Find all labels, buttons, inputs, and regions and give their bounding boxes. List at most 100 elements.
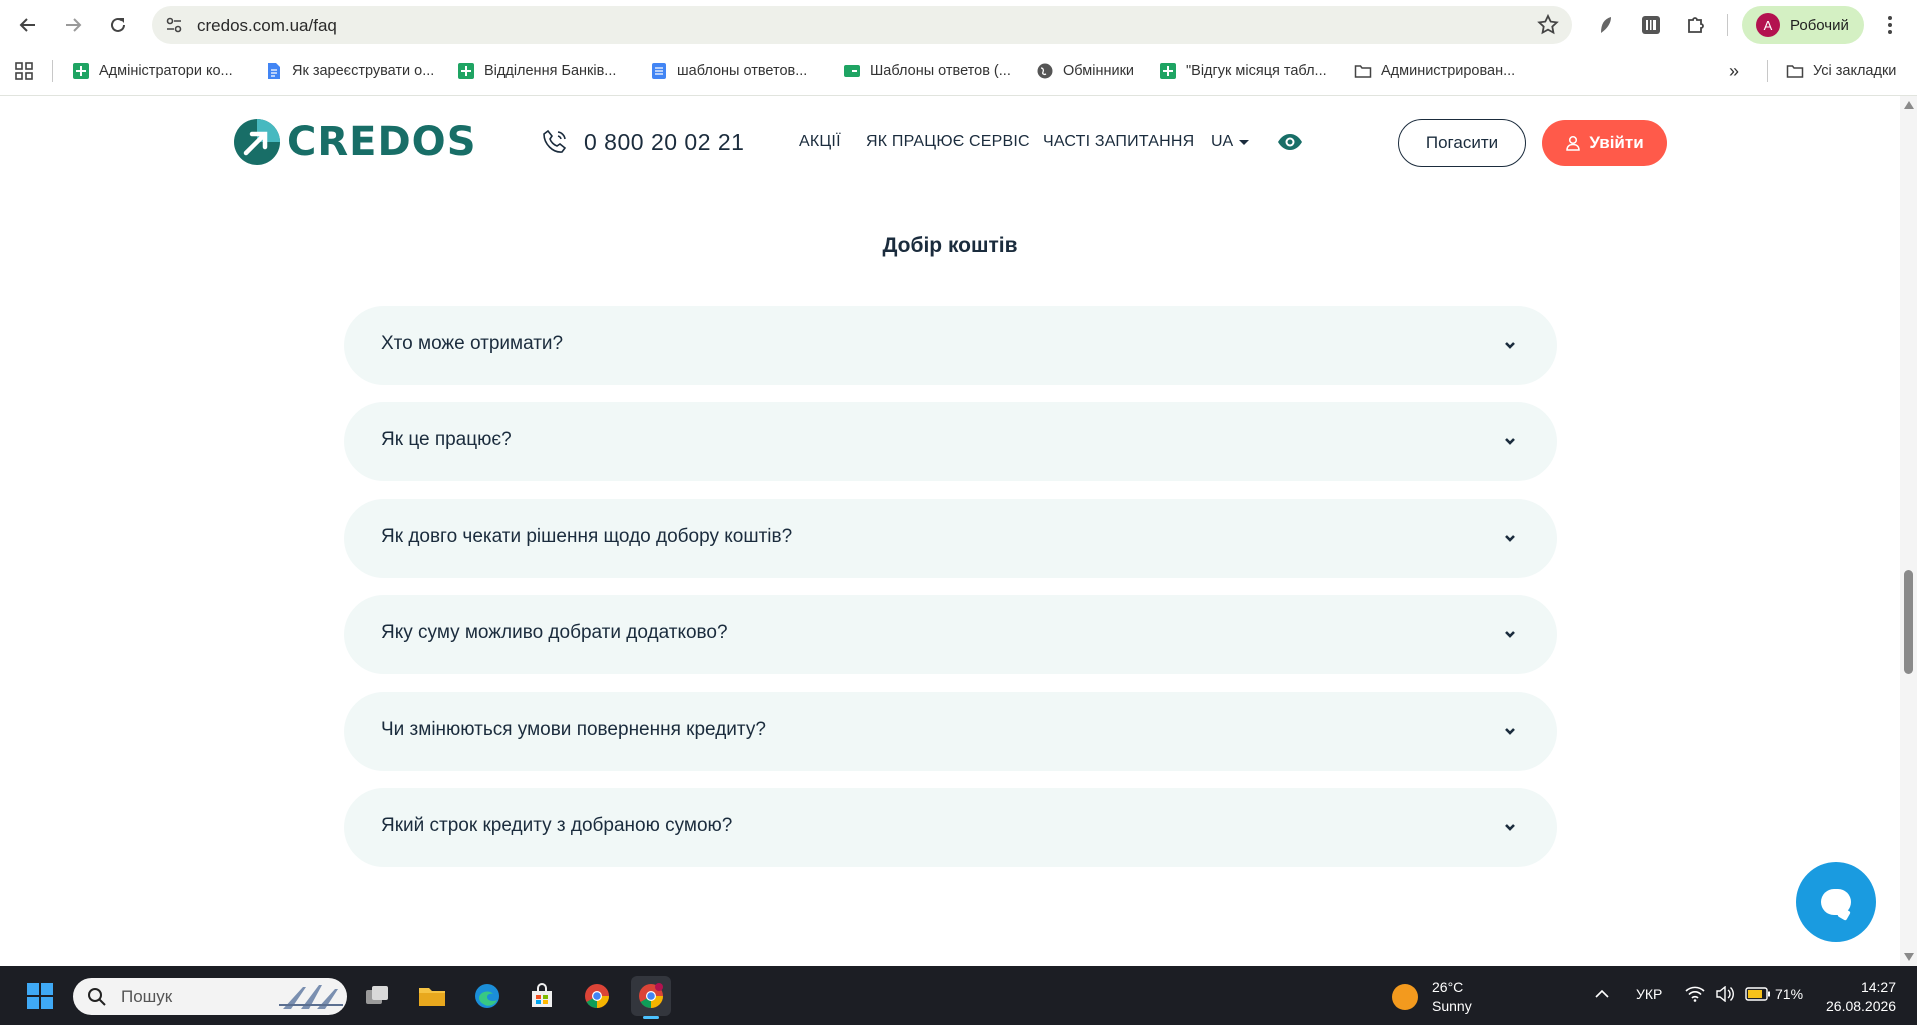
microsoft-store-icon[interactable] bbox=[522, 976, 562, 1016]
bookmark-item[interactable]: шаблоны ответов... bbox=[650, 60, 807, 82]
bookmark-item[interactable]: "Відгук місяця табл... bbox=[1159, 60, 1327, 82]
scroll-down-icon[interactable] bbox=[1904, 953, 1914, 961]
forms-icon bbox=[844, 65, 860, 77]
faq-question: Яку суму можливо добрати додатково? bbox=[381, 622, 728, 643]
phone-number: 0 800 20 02 21 bbox=[584, 128, 745, 155]
docs-icon bbox=[652, 63, 666, 79]
repay-button[interactable]: Погасити bbox=[1398, 119, 1526, 167]
date: 26.08.2026 bbox=[1826, 998, 1897, 1014]
bookmark-folder[interactable]: Администрирован... bbox=[1354, 60, 1515, 82]
scroll-up-icon[interactable] bbox=[1904, 101, 1914, 109]
faq-question: Як довго чекати рішення щодо добору кошт… bbox=[381, 526, 793, 547]
logo-text: CREDOS bbox=[287, 119, 477, 165]
divider bbox=[1767, 60, 1768, 82]
docs-icon bbox=[268, 63, 280, 79]
chat-widget-button[interactable] bbox=[1796, 862, 1876, 942]
scrollbar-thumb[interactable] bbox=[1904, 570, 1913, 674]
wifi-icon[interactable] bbox=[1685, 986, 1705, 1005]
input-language[interactable]: УКР bbox=[1636, 986, 1662, 1002]
faq-question: Хто може отримати? bbox=[381, 333, 564, 354]
phone-link[interactable]: 0 800 20 02 21 bbox=[541, 128, 744, 156]
active-indicator bbox=[643, 1016, 659, 1019]
bookmark-item[interactable]: Обмінники bbox=[1036, 60, 1134, 82]
forward-button[interactable] bbox=[57, 9, 89, 41]
clock[interactable]: 14:27 26.08.2026 bbox=[1826, 978, 1896, 1016]
faq-question: Чи змінюються умови повернення кредиту? bbox=[381, 719, 766, 740]
nav-promotions[interactable]: АКЦІЇ bbox=[799, 133, 841, 151]
folder-icon bbox=[1786, 65, 1804, 78]
faq-item[interactable]: Чи змінюються умови повернення кредиту? bbox=[344, 692, 1557, 771]
search-icon bbox=[88, 987, 106, 1006]
folder-icon bbox=[1354, 65, 1372, 78]
browser-menu-icon[interactable] bbox=[1880, 12, 1900, 38]
language-label: UA bbox=[1211, 133, 1234, 150]
chevron-down-icon bbox=[1505, 438, 1515, 445]
address-bar[interactable]: credos.com.ua/faq bbox=[152, 6, 1572, 44]
faq-question: Як це працює? bbox=[381, 429, 512, 450]
taskbar-search[interactable]: Пошук bbox=[73, 978, 347, 1015]
back-button[interactable] bbox=[12, 9, 44, 41]
chevron-down-icon bbox=[1505, 824, 1515, 831]
bookmark-item[interactable]: Шаблоны ответов (... bbox=[843, 60, 1011, 82]
site-settings-icon[interactable] bbox=[164, 15, 184, 35]
nav-how-it-works[interactable]: ЯК ПРАЦЮЄ СЕРВІС bbox=[866, 133, 1030, 151]
arrow-right-icon bbox=[66, 18, 82, 32]
extensions-puzzle-icon[interactable] bbox=[1683, 12, 1709, 38]
bookmarks-overflow-button[interactable]: » bbox=[1729, 60, 1739, 82]
faq-item[interactable]: Як довго чекати рішення щодо добору кошт… bbox=[344, 499, 1557, 578]
chrome-icon[interactable] bbox=[577, 976, 617, 1016]
accessibility-eye-icon[interactable] bbox=[1277, 133, 1303, 151]
extension-feather-icon[interactable] bbox=[1593, 12, 1619, 38]
page-scrollbar[interactable] bbox=[1900, 96, 1917, 966]
file-explorer-icon[interactable] bbox=[412, 976, 452, 1016]
login-label: Увійти bbox=[1589, 133, 1644, 152]
volume-icon[interactable] bbox=[1715, 985, 1735, 1005]
chevron-down-icon bbox=[1505, 535, 1515, 542]
temperature: 26°C bbox=[1432, 979, 1464, 995]
search-placeholder: Пошук bbox=[121, 986, 173, 1006]
extension-barcode-icon[interactable] bbox=[1638, 12, 1664, 38]
chevron-down-icon bbox=[1505, 631, 1515, 638]
globe-icon bbox=[1037, 63, 1053, 79]
all-bookmarks-folder[interactable]: Усі закладки bbox=[1786, 60, 1896, 82]
bookmark-item[interactable]: Адміністратори ко... bbox=[72, 60, 233, 82]
login-button[interactable]: Увійти bbox=[1542, 120, 1667, 166]
edge-browser-icon[interactable] bbox=[467, 976, 507, 1016]
bookmark-item[interactable]: Відділення Банків... bbox=[457, 60, 616, 82]
avatar: A bbox=[1756, 13, 1780, 37]
section-title: Добір коштів bbox=[882, 234, 1018, 257]
divider bbox=[52, 60, 53, 82]
sheets-icon bbox=[458, 63, 474, 79]
profile-name: Робочий bbox=[1790, 16, 1849, 34]
nav-faq[interactable]: ЧАСТІ ЗАПИТАННЯ bbox=[1043, 133, 1194, 151]
sheets-icon bbox=[73, 63, 89, 79]
apps-grid-icon[interactable] bbox=[14, 60, 34, 82]
url-text[interactable]: credos.com.ua/faq bbox=[197, 16, 337, 36]
faq-item[interactable]: Як це працює? bbox=[344, 402, 1557, 481]
faq-item[interactable]: Який строк кредиту з добраною сумою? bbox=[344, 788, 1557, 867]
task-view-icon[interactable] bbox=[357, 976, 397, 1016]
start-button[interactable] bbox=[20, 976, 60, 1016]
divider bbox=[1727, 14, 1728, 36]
user-icon bbox=[1566, 135, 1581, 151]
weather-widget[interactable]: 26°C Sunny bbox=[1392, 978, 1472, 1016]
battery-indicator[interactable]: 71% bbox=[1745, 986, 1803, 1002]
browser-toolbar: credos.com.ua/faq A Робочий bbox=[0, 0, 1917, 50]
tray-overflow-icon[interactable] bbox=[1594, 986, 1610, 1005]
reload-button[interactable] bbox=[102, 9, 134, 41]
chrome-profile-icon[interactable] bbox=[631, 976, 671, 1019]
faq-item[interactable]: Яку суму можливо добрати додатково? bbox=[344, 595, 1557, 674]
faq-question: Який строк кредиту з добраною сумою? bbox=[381, 815, 733, 836]
sheets-icon bbox=[1160, 63, 1176, 79]
weather-condition: Sunny bbox=[1432, 998, 1472, 1014]
bookmark-item[interactable]: Як зареєструвати о... bbox=[265, 60, 434, 82]
site-logo[interactable]: CREDOS bbox=[233, 118, 477, 166]
faq-item[interactable]: Хто може отримати? bbox=[344, 306, 1557, 385]
bookmarks-bar: Адміністратори ко... Як зареєструвати о.… bbox=[0, 50, 1917, 92]
windows-logo-icon bbox=[27, 983, 53, 1009]
bookmark-star-icon[interactable] bbox=[1536, 13, 1560, 37]
reload-icon bbox=[111, 17, 125, 32]
profile-button[interactable]: A Робочий bbox=[1742, 6, 1864, 44]
language-select[interactable]: UA bbox=[1211, 133, 1250, 151]
phone-icon bbox=[543, 129, 567, 153]
